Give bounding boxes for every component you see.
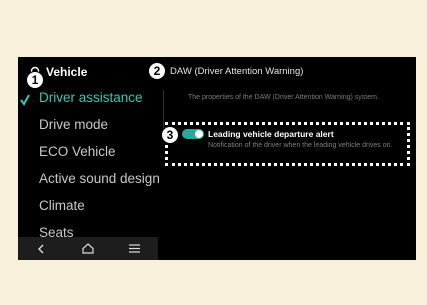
check-icon <box>20 94 30 106</box>
leading-vehicle-alert-toggle[interactable] <box>182 129 204 139</box>
callout-3: 3 <box>161 126 179 144</box>
sidebar: Vehicle Driver assistance Drive mode ECO… <box>18 57 166 260</box>
setting-title[interactable]: Leading vehicle departure alert <box>208 129 334 139</box>
sidebar-title: Vehicle <box>46 65 88 79</box>
callout-2: 2 <box>148 62 166 80</box>
sidebar-divider <box>163 90 164 130</box>
sidebar-item-drive-mode[interactable]: Drive mode <box>39 117 108 132</box>
home-button[interactable] <box>78 241 98 257</box>
page-title: DAW (Driver Attention Warning) <box>170 66 304 77</box>
setting-description: Notification of the driver when the lead… <box>208 142 393 149</box>
menu-icon <box>129 244 141 253</box>
infotainment-screen: Vehicle Driver assistance Drive mode ECO… <box>18 57 416 260</box>
callout-1: 1 <box>26 71 44 89</box>
home-icon <box>82 243 94 254</box>
bottom-nav-bar <box>18 237 158 260</box>
chevron-left-icon <box>38 244 44 253</box>
menu-button[interactable] <box>125 241 145 257</box>
back-button[interactable] <box>31 241 51 257</box>
sidebar-item-climate[interactable]: Climate <box>39 198 85 213</box>
toggle-knob <box>195 130 203 138</box>
section-description: The properties of the DAW (Driver Attent… <box>188 94 379 101</box>
sidebar-item-eco-vehicle[interactable]: ECO Vehicle <box>39 144 116 159</box>
sidebar-item-driver-assistance[interactable]: Driver assistance <box>39 90 143 105</box>
sidebar-item-active-sound-design[interactable]: Active sound design <box>39 171 160 186</box>
